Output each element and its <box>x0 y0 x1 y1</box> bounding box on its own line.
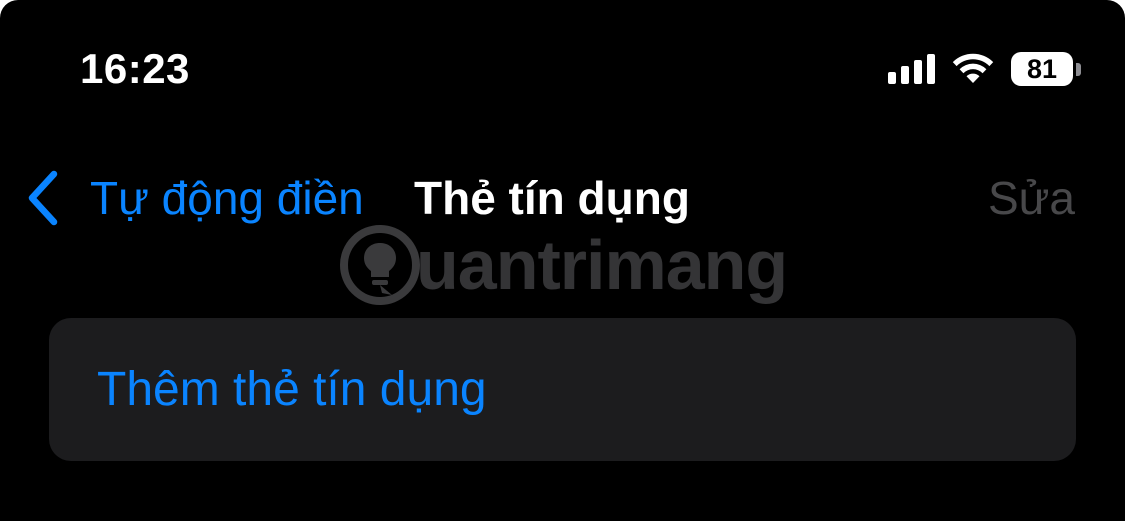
back-button[interactable]: Tự động điền <box>22 168 364 228</box>
status-indicators: 81 <box>888 50 1081 88</box>
cellular-signal-icon <box>888 54 935 84</box>
edit-button[interactable]: Sửa <box>988 168 1075 228</box>
lightbulb-logo-icon <box>338 223 422 307</box>
status-time: 16:23 <box>80 45 190 92</box>
battery-body: 81 <box>1011 52 1073 86</box>
add-credit-card-row[interactable]: Thêm thẻ tín dụng <box>49 318 1076 461</box>
watermark-text: uantrimang <box>416 226 788 304</box>
settings-screen: 16:23 81 Tự động điền Thẻ tín dụng Sửa u… <box>0 0 1125 521</box>
battery-cap <box>1076 62 1081 76</box>
wifi-icon <box>951 52 995 86</box>
battery-level: 81 <box>1026 54 1058 84</box>
page-title: Thẻ tín dụng <box>414 172 690 224</box>
chevron-left-icon <box>22 168 62 228</box>
battery-icon: 81 <box>1011 52 1081 86</box>
add-credit-card-label: Thêm thẻ tín dụng <box>97 363 487 416</box>
watermark: uantrimang <box>338 220 788 310</box>
back-button-label: Tự động điền <box>90 172 364 224</box>
